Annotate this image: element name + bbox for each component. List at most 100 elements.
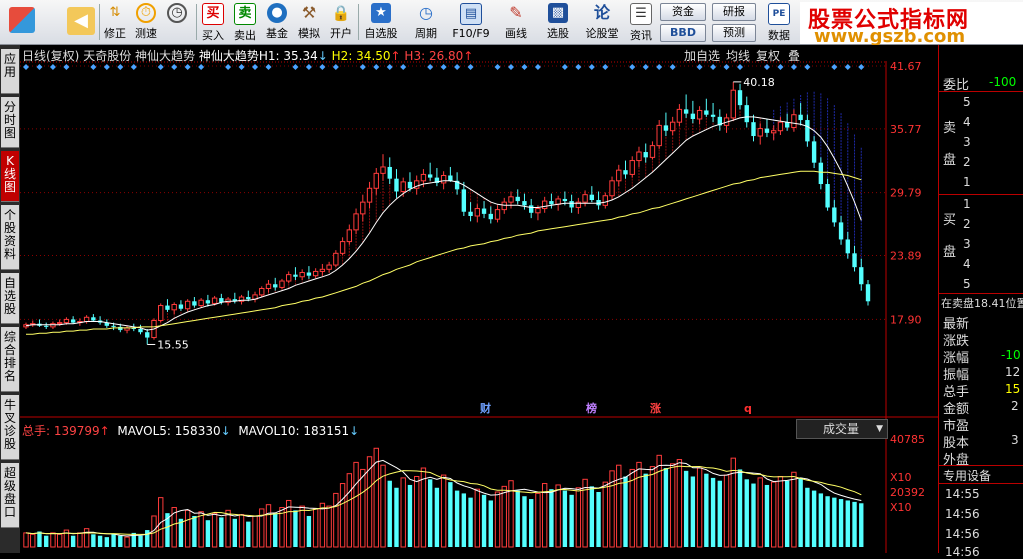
tab-ranking[interactable]: 综合排名 [1, 327, 19, 392]
volume-bar [111, 534, 116, 547]
candle-body [744, 105, 749, 123]
candle-body [710, 114, 716, 117]
price-axis: 41.67 35.77 29.79 23.89 17.90 [890, 60, 922, 326]
tab-level2[interactable]: 超级盘口 [1, 463, 19, 528]
stock-pick-label: 选股 [547, 27, 569, 40]
candle-body [50, 323, 56, 328]
pe-icon: PE [768, 3, 790, 25]
signal-diamond [642, 64, 649, 70]
speed-icon: ⏱ [136, 3, 156, 23]
signal-diamond [561, 64, 568, 70]
news-button[interactable]: ☰ 资讯 [626, 1, 656, 43]
data-button[interactable]: PE 数据 [762, 1, 796, 43]
candle-body [346, 229, 353, 243]
fund-button[interactable]: ● 基金 [262, 1, 292, 43]
hammer-icon: ⚒ [301, 3, 317, 22]
volume-bar [481, 494, 487, 547]
f10-icon: ▤ [460, 3, 482, 25]
buy-button[interactable]: 买 买入 [198, 1, 228, 43]
volume-bar [23, 532, 29, 548]
down-arrow-icon: ↓ [349, 424, 360, 438]
signal-diamond [575, 64, 582, 70]
forum-button[interactable]: 论 论股堂 [582, 1, 622, 43]
volume-tick-label: X10 [890, 501, 912, 514]
app-icon[interactable] [2, 1, 42, 43]
buy-level-2: 2 [963, 217, 971, 231]
app-grid-icon [9, 7, 35, 33]
sell-level-2: 2 [963, 155, 971, 169]
period-button[interactable]: ◷ 周期 [408, 1, 444, 43]
sell-label: 卖出 [234, 29, 256, 42]
volume-bar [535, 492, 541, 548]
sell-level-1: 1 [963, 175, 971, 189]
sell-level-3: 3 [963, 135, 971, 149]
draw-line-button[interactable]: ✎ 画线 [498, 1, 534, 43]
event-marker: 财 [479, 401, 491, 415]
research-button[interactable]: 研报 [712, 3, 756, 21]
kline-chart-area[interactable]: 日线(复权) 天奇股份 神仙大趋势 神仙大趋势H1: 35.34↓ H2: 34… [20, 45, 938, 553]
candle-body [859, 267, 864, 285]
tab-apps[interactable]: 应用 [1, 49, 19, 94]
volume-bar [656, 454, 662, 548]
tab-watchlist[interactable]: 自选股 [1, 273, 19, 324]
signal-diamond [198, 64, 205, 70]
candle-body [265, 283, 272, 289]
funds-button[interactable]: 资金 [660, 3, 706, 21]
signal-diamond [386, 64, 393, 70]
candle-body [44, 325, 49, 327]
fix-button[interactable]: ⇅ 修正 [100, 1, 130, 43]
tab-diagnosis[interactable]: 牛叉诊股 [1, 395, 19, 460]
volume-bar [333, 492, 339, 548]
signal-diamond [117, 64, 124, 70]
candle-body [784, 122, 790, 128]
signal-diamond [292, 64, 299, 70]
volume-bar [293, 510, 298, 547]
forum-label: 论股堂 [585, 27, 619, 40]
volume-bar [575, 487, 582, 548]
signal-diamond [723, 64, 730, 70]
open-account-button[interactable]: 🔒 开户 [326, 1, 356, 43]
back-arrow-icon: ◀ [67, 7, 95, 35]
sell-button[interactable]: 卖 卖出 [230, 1, 260, 43]
candle-body [582, 194, 588, 203]
ma-long-line [26, 170, 862, 335]
volume-bar [710, 477, 716, 547]
signal-diamond [737, 64, 744, 70]
signal-diamond [467, 64, 474, 70]
price-tick-label: 29.79 [890, 187, 922, 200]
volume-bar [56, 533, 63, 548]
tab-stock-profile[interactable]: 个股资料 [1, 205, 19, 270]
volume-bar [440, 474, 447, 548]
tab-intraday[interactable]: 分时图 [1, 97, 19, 148]
volume-bar [859, 503, 864, 547]
candle-body [555, 198, 561, 205]
candle-body [643, 152, 648, 158]
candle-body [522, 201, 527, 206]
lock-icon: 🔒 [331, 4, 351, 22]
speed-test-button[interactable]: ⏱ 测速 [131, 1, 161, 43]
candle-body [609, 180, 615, 197]
back-button[interactable]: ◀ [64, 1, 98, 43]
candle-body [501, 201, 507, 211]
volume-indicator-dropdown[interactable]: 成交量 ▼ [796, 419, 888, 439]
candle-body [751, 122, 756, 137]
simulate-button[interactable]: ⚒ 模拟 [294, 1, 324, 43]
volume-bar [852, 501, 857, 547]
stock-pick-button[interactable]: ▩ 选股 [540, 1, 576, 43]
volume-bar [643, 473, 648, 547]
candle-body [440, 174, 447, 184]
candle-body [380, 166, 386, 174]
bbd-button[interactable]: BBD [660, 24, 706, 42]
volume-bar [319, 502, 326, 548]
forecast-button[interactable]: 预测 [712, 24, 756, 42]
test-clock-button[interactable]: ◷ [162, 1, 192, 43]
volume-bar [737, 469, 743, 547]
watchlist-button[interactable]: ★ 自选股 [362, 1, 400, 43]
trade-time: 14:56 [945, 527, 980, 541]
candle-body [791, 114, 797, 129]
f10-button[interactable]: ▤ F10/F9 [450, 1, 492, 43]
buy-label: 买入 [202, 29, 224, 42]
signal-diamond [844, 64, 851, 70]
tab-kline[interactable]: K线图 [1, 151, 19, 202]
signal-diamond [23, 64, 29, 70]
